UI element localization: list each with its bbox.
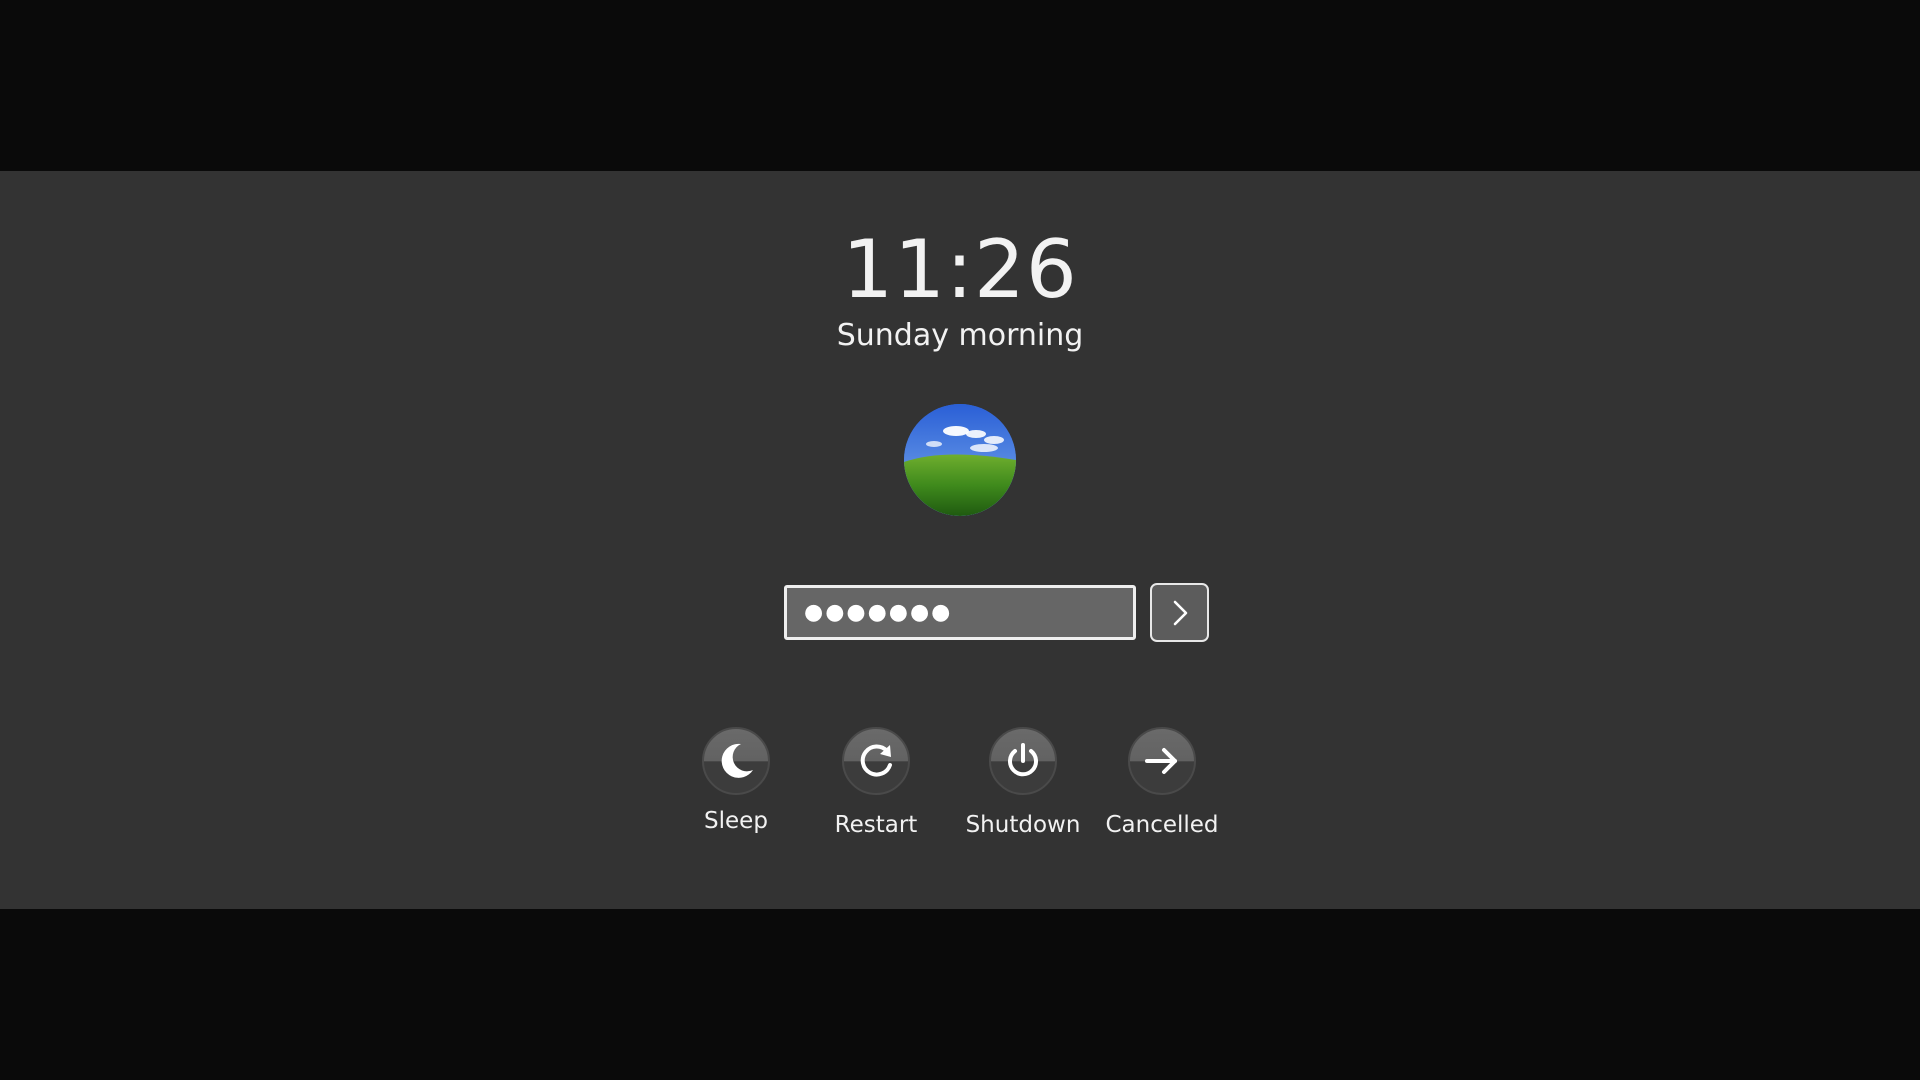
sleep-circle[interactable] <box>702 727 770 795</box>
sleep-button[interactable]: Sleep <box>666 727 806 835</box>
shutdown-button[interactable]: Shutdown <box>953 727 1093 839</box>
letterbox-top <box>0 0 1920 171</box>
letterbox-bottom <box>0 909 1920 1080</box>
clock-time: 11:26 <box>842 223 1078 316</box>
cancelled-circle[interactable] <box>1128 727 1196 795</box>
cancelled-label: Cancelled <box>1105 812 1219 838</box>
restart-icon <box>860 744 892 777</box>
password-field[interactable]: ●●●●●●● <box>784 585 1136 640</box>
shutdown-label: Shutdown <box>965 812 1081 838</box>
restart-button[interactable]: Restart <box>806 727 946 839</box>
chevron-right-icon <box>1173 600 1187 625</box>
moon-icon <box>721 743 753 778</box>
restart-circle[interactable] <box>842 727 910 795</box>
shutdown-circle[interactable] <box>989 727 1057 795</box>
greeting-text: Sunday morning <box>836 318 1084 353</box>
wallpaper-image <box>904 404 1016 516</box>
arrow-right-icon <box>1145 748 1177 774</box>
login-submit-button[interactable] <box>1150 583 1209 642</box>
power-icon <box>1008 743 1038 777</box>
password-mask: ●●●●●●● <box>804 599 953 625</box>
user-avatar[interactable] <box>904 404 1016 516</box>
sleep-label: Sleep <box>704 808 768 834</box>
cancelled-button[interactable]: Cancelled <box>1092 727 1232 839</box>
restart-label: Restart <box>834 812 918 838</box>
